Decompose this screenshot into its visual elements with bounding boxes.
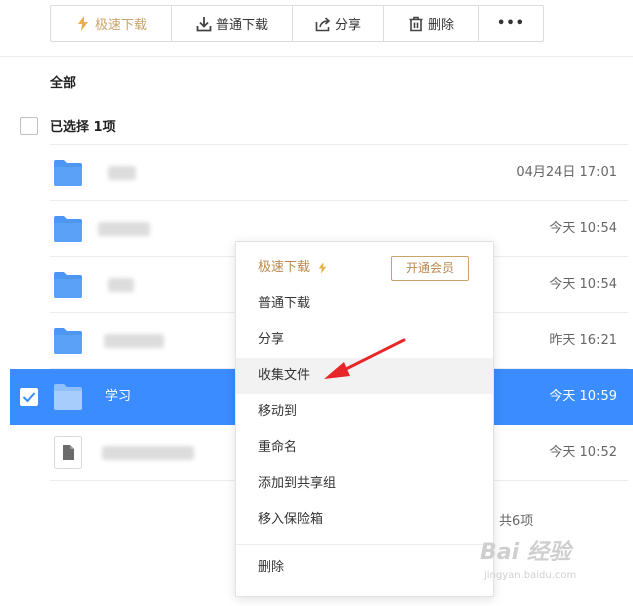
menu-item-speed-download[interactable]: 极速下载 开通会员 — [236, 250, 493, 286]
vip-button[interactable]: 开通会员 — [391, 256, 469, 281]
menu-speed-download-label: 极速下载 — [258, 260, 311, 275]
blurred-filename — [108, 278, 134, 292]
toolbar-divider — [0, 56, 633, 57]
menu-item-rename[interactable]: 重命名 — [236, 430, 493, 466]
file-time: 今天 10:54 — [549, 221, 617, 236]
blurred-filename — [108, 166, 136, 180]
blurred-filename — [98, 222, 150, 236]
menu-item-collect-files[interactable]: 收集文件 — [236, 358, 493, 394]
folder-icon — [54, 384, 82, 410]
menu-item-move-to[interactable]: 移动到 — [236, 394, 493, 430]
blurred-filename — [104, 334, 164, 348]
baidu-jingyan-watermark: Bai 经验 jingyan.baidu.com — [480, 528, 630, 598]
share-button[interactable]: 分享 — [293, 6, 384, 41]
watermark-logo: Bai 经验 — [480, 540, 571, 565]
menu-divider — [236, 544, 493, 545]
row-checkbox-checked[interactable] — [20, 388, 38, 406]
speed-download-button[interactable]: 极速下载 — [51, 6, 172, 41]
folder-icon — [54, 160, 82, 186]
file-time: 今天 10:59 — [549, 389, 617, 404]
speed-download-label: 极速下载 — [94, 18, 147, 33]
file-time: 今天 10:52 — [549, 445, 617, 460]
breadcrumb[interactable]: 全部 — [50, 72, 76, 91]
share-label: 分享 — [334, 18, 361, 33]
folder-icon — [54, 272, 82, 298]
file-row[interactable]: 04月24日 17:01 — [10, 145, 633, 201]
delete-label: 删除 — [427, 18, 454, 33]
download-icon — [196, 16, 212, 32]
watermark-url: jingyan.baidu.com — [484, 570, 577, 581]
select-all-row: 已选择 1项 — [20, 116, 116, 135]
file-time: 04月24日 17:01 — [516, 165, 617, 180]
context-menu: 极速下载 开通会员 普通下载 分享 收集文件 移动到 重命名 添加到共享组 移入… — [235, 241, 494, 597]
select-all-checkbox[interactable] — [20, 116, 38, 135]
lightning-icon — [75, 16, 91, 32]
file-time: 今天 10:54 — [549, 277, 617, 292]
menu-item-normal-download[interactable]: 普通下载 — [236, 286, 493, 322]
file-time: 昨天 16:21 — [549, 333, 617, 348]
file-name[interactable]: 学习 — [105, 369, 131, 425]
menu-item-share[interactable]: 分享 — [236, 322, 493, 358]
lightning-icon — [318, 262, 327, 274]
normal-download-label: 普通下载 — [215, 18, 268, 33]
total-count: 共6项 — [499, 514, 534, 529]
delete-button[interactable]: 删除 — [384, 6, 479, 41]
menu-item-delete[interactable]: 删除 — [236, 550, 493, 586]
toolbar: 极速下载 普通下载 分享 删除 ••• — [50, 5, 544, 42]
blurred-filename — [102, 446, 194, 460]
menu-item-move-to-safe[interactable]: 移入保险箱 — [236, 502, 493, 538]
document-icon — [54, 436, 82, 469]
check-icon — [22, 392, 36, 403]
folder-icon — [54, 216, 82, 242]
folder-icon — [54, 328, 82, 354]
share-icon — [315, 16, 331, 32]
more-button[interactable]: ••• — [479, 6, 543, 41]
more-icon: ••• — [497, 16, 525, 31]
menu-item-add-to-share-group[interactable]: 添加到共享组 — [236, 466, 493, 502]
normal-download-button[interactable]: 普通下载 — [172, 6, 293, 41]
selection-count-label: 已选择 1项 — [50, 120, 116, 135]
trash-icon — [408, 16, 424, 32]
